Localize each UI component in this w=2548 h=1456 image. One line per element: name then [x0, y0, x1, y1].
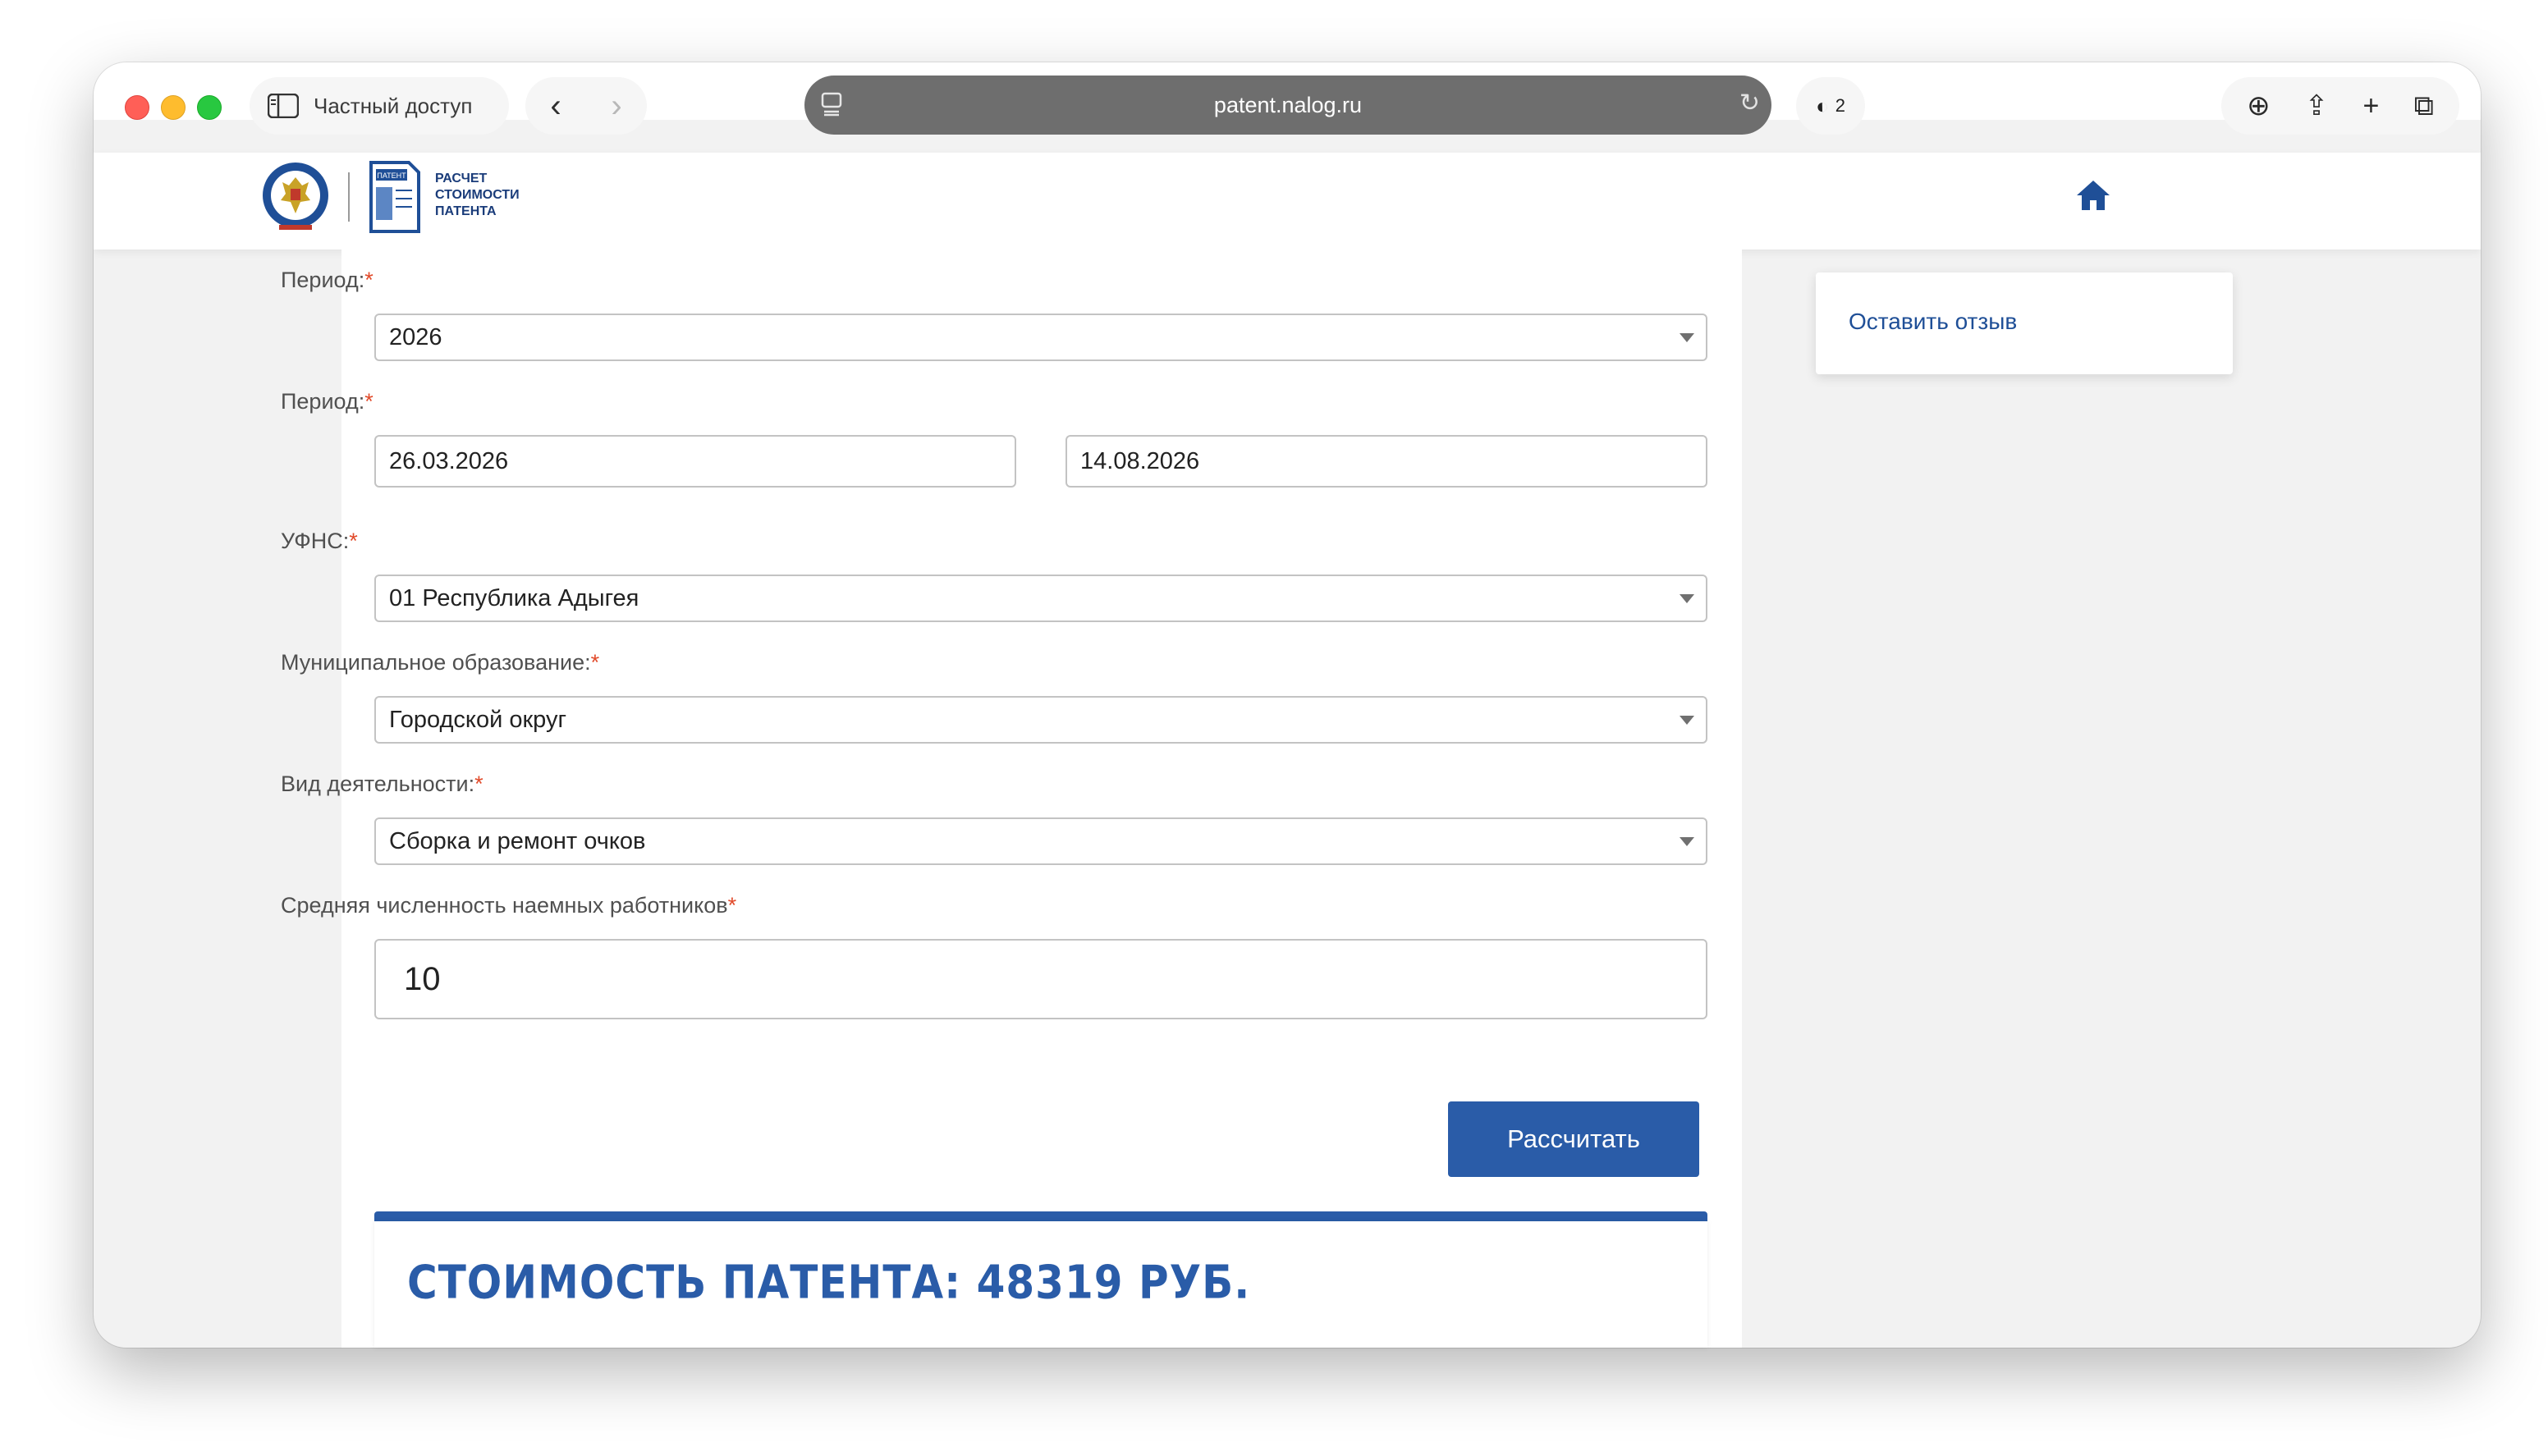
feedback-link[interactable]: Оставить отзыв — [1849, 309, 2017, 335]
patent-document-logo: ПАТЕНТ — [369, 161, 420, 233]
page-menu-icon[interactable] — [821, 92, 842, 117]
share-icon[interactable]: ⇪ — [2305, 89, 2329, 122]
period-label: Период:* — [281, 268, 373, 293]
home-icon[interactable] — [2075, 179, 2111, 212]
ufns-select[interactable]: 01 Республика Адыгея — [374, 575, 1707, 622]
fns-emblem-logo[interactable] — [261, 161, 330, 233]
activity-select-value: Сборка и ремонт очков — [389, 827, 646, 854]
activity-label-text: Вид деятельности: — [281, 771, 475, 796]
period-range-label-text: Период: — [281, 389, 365, 414]
municipality-select[interactable]: Городской округ — [374, 696, 1707, 744]
required-mark: * — [727, 893, 737, 918]
logo-divider — [348, 172, 350, 222]
period-select-value: 2026 — [389, 323, 442, 350]
back-arrow-icon[interactable]: ‹ — [550, 89, 561, 122]
patent-cost-result: СТОИМОСТЬ ПАТЕНТА: 48319 РУБ. — [407, 1256, 1251, 1309]
required-mark: * — [590, 650, 600, 675]
employees-input-value: 10 — [404, 960, 441, 997]
dropdown-arrow-icon — [1680, 837, 1694, 846]
new-tab-icon[interactable]: + — [2363, 90, 2380, 122]
dropdown-arrow-icon — [1680, 716, 1694, 725]
ufns-label-text: УФНС: — [281, 529, 350, 553]
employees-input[interactable]: 10 — [374, 939, 1707, 1019]
toolbar-actions: ⊕ ⇪ + ⧉ — [2221, 77, 2459, 135]
zoom-window-button[interactable] — [197, 95, 222, 120]
private-browsing-label: Частный доступ — [314, 93, 473, 118]
dropdown-arrow-icon — [1680, 333, 1694, 342]
activity-select[interactable]: Сборка и ремонт очков — [374, 817, 1707, 865]
date-from-value: 26.03.2026 — [389, 447, 509, 474]
activity-label: Вид деятельности:* — [281, 771, 483, 797]
sidebar-icon — [268, 94, 299, 118]
privacy-report-button[interactable]: ◐ 2 — [1796, 77, 1865, 135]
result-accent-bar — [374, 1211, 1707, 1221]
date-from-input[interactable]: 26.03.2026 — [374, 435, 1016, 488]
download-icon[interactable]: ⊕ — [2247, 89, 2271, 122]
municipality-select-value: Городской округ — [389, 706, 567, 733]
tab-overview-icon[interactable]: ⧉ — [2414, 90, 2434, 122]
municipality-label: Муниципальное образование:* — [281, 650, 599, 675]
tracker-count: 2 — [1835, 95, 1845, 116]
employees-label: Средняя численность наемных работников* — [281, 893, 736, 918]
required-mark: * — [364, 268, 373, 292]
forward-arrow-icon[interactable]: › — [611, 89, 621, 122]
date-to-input[interactable]: 14.08.2026 — [1065, 435, 1707, 488]
period-range-label: Период:* — [281, 389, 373, 414]
url-text: patent.nalog.ru — [1213, 92, 1363, 117]
logo-title-line: ПАТЕНТА — [435, 204, 497, 218]
logo-title: РАСЧЕТ СТОИМОСТИ ПАТЕНТА — [435, 171, 520, 220]
address-bar[interactable]: patent.nalog.ru ↻ — [804, 76, 1771, 135]
ufns-select-value: 01 Республика Адыгея — [389, 584, 639, 611]
navigation-buttons: ‹ › — [525, 77, 647, 135]
required-mark: * — [349, 529, 358, 553]
shield-icon: ◐ — [1816, 93, 1829, 118]
private-tab-group-button[interactable]: Частный доступ — [250, 77, 509, 135]
required-mark: * — [364, 389, 373, 414]
reload-icon[interactable]: ↻ — [1739, 89, 1760, 117]
date-to-value: 14.08.2026 — [1080, 447, 1200, 474]
required-mark: * — [474, 771, 483, 796]
logo-doc-label: ПАТЕНТ — [377, 172, 406, 180]
logo-title-line: СТОИМОСТИ — [435, 188, 520, 202]
calculate-button[interactable]: Рассчитать — [1448, 1101, 1699, 1177]
municipality-label-text: Муниципальное образование: — [281, 650, 591, 675]
period-label-text: Период: — [281, 268, 365, 292]
dropdown-arrow-icon — [1680, 594, 1694, 603]
ufns-label: УФНС:* — [281, 529, 358, 554]
minimize-window-button[interactable] — [161, 95, 186, 120]
close-window-button[interactable] — [125, 95, 149, 120]
period-select[interactable]: 2026 — [374, 314, 1707, 361]
logo-title-line: РАСЧЕТ — [435, 172, 488, 185]
employees-label-text: Средняя численность наемных работников — [281, 893, 728, 918]
form-panel — [341, 250, 1742, 1348]
